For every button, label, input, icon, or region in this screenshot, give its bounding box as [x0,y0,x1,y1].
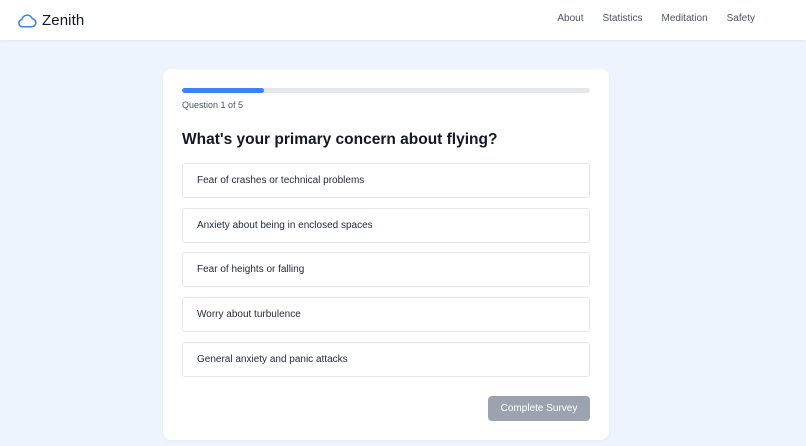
progress-bar-fill [182,88,264,93]
answer-option-turbulence[interactable]: Worry about turbulence [182,297,590,333]
brand-logo[interactable]: Zenith [16,8,84,32]
nav-link-statistics[interactable]: Statistics [602,13,642,24]
answer-option-enclosed-spaces[interactable]: Anxiety about being in enclosed spaces [182,207,590,243]
nav-link-meditation[interactable]: Meditation [662,13,708,24]
answer-option-crashes[interactable]: Fear of crashes or technical problems [182,163,590,198]
top-navbar: Zenith About Statistics Meditation Safet… [0,0,806,40]
progress-bar [182,88,590,93]
complete-survey-button[interactable]: Complete Survey [488,396,590,421]
survey-card: Question 1 of 5 What's your primary conc… [163,69,609,440]
question-title: What's your primary concern about flying… [182,131,498,148]
answer-options: Fear of crashes or technical problems An… [182,163,590,386]
nav-link-safety[interactable]: Safety [727,13,755,24]
answer-option-panic-attacks[interactable]: General anxiety and panic attacks [182,341,590,377]
brand-name: Zenith [42,11,85,29]
answer-option-heights[interactable]: Fear of heights or falling [182,252,590,288]
nav-link-about[interactable]: About [557,13,583,24]
cloud-icon [16,11,38,29]
main-nav: About Statistics Meditation Safety [557,13,755,24]
progress-text: Question 1 of 5 [182,100,244,110]
